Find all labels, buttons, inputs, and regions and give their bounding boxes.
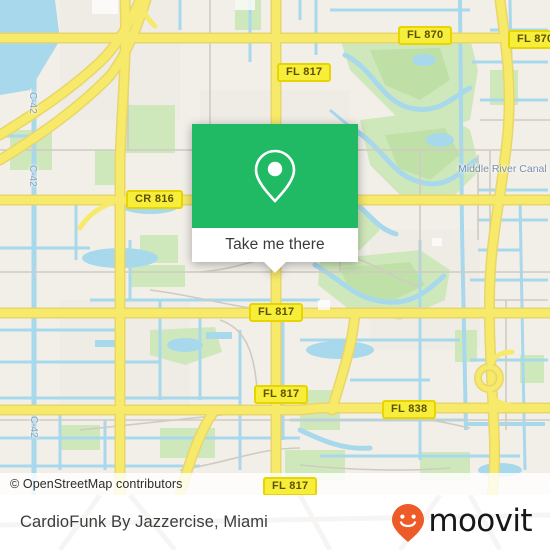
road-shield-fl838: FL 838 <box>382 400 437 419</box>
take-me-there-label: Take me there <box>225 236 325 253</box>
road-shield-fl817-a: FL 817 <box>277 63 332 82</box>
footer-bar: CardioFunk By Jazzercise, Miami moovit <box>0 495 550 550</box>
popup-action-row[interactable]: Take me there <box>192 228 358 273</box>
road-shield-fl817-d: FL 817 <box>263 477 318 495</box>
moovit-smiley-pin-icon <box>392 503 425 542</box>
popup-pointer <box>264 262 286 273</box>
canal-label-c42-a: C-42 <box>27 92 38 114</box>
canal-label-c42-b: C-42 <box>27 165 38 187</box>
road-shield-fl870-a: FL 870 <box>398 26 453 45</box>
road-shield-fl870-b: FL 870 <box>508 30 550 49</box>
place-title: CardioFunk By Jazzercise, Miami <box>20 513 268 531</box>
moovit-wordmark: moovit <box>428 503 532 539</box>
road-shield-fl817-c: FL 817 <box>254 385 309 404</box>
road-shield-fl817-b: FL 817 <box>249 303 304 322</box>
popup-header <box>192 124 358 228</box>
road-shield-cr816: CR 816 <box>126 190 184 209</box>
map-popup-card[interactable]: Take me there <box>192 124 358 273</box>
location-pin-icon <box>254 149 296 203</box>
canal-label-c42-c: C-42 <box>28 416 39 438</box>
moovit-logo[interactable]: moovit <box>391 495 533 550</box>
map-screenshot-root: FL 870 FL 870 FL 817 CR 816 FL 817 FL 81… <box>0 0 550 550</box>
water-label-middle-river-canal: Middle River Canal <box>458 163 547 175</box>
